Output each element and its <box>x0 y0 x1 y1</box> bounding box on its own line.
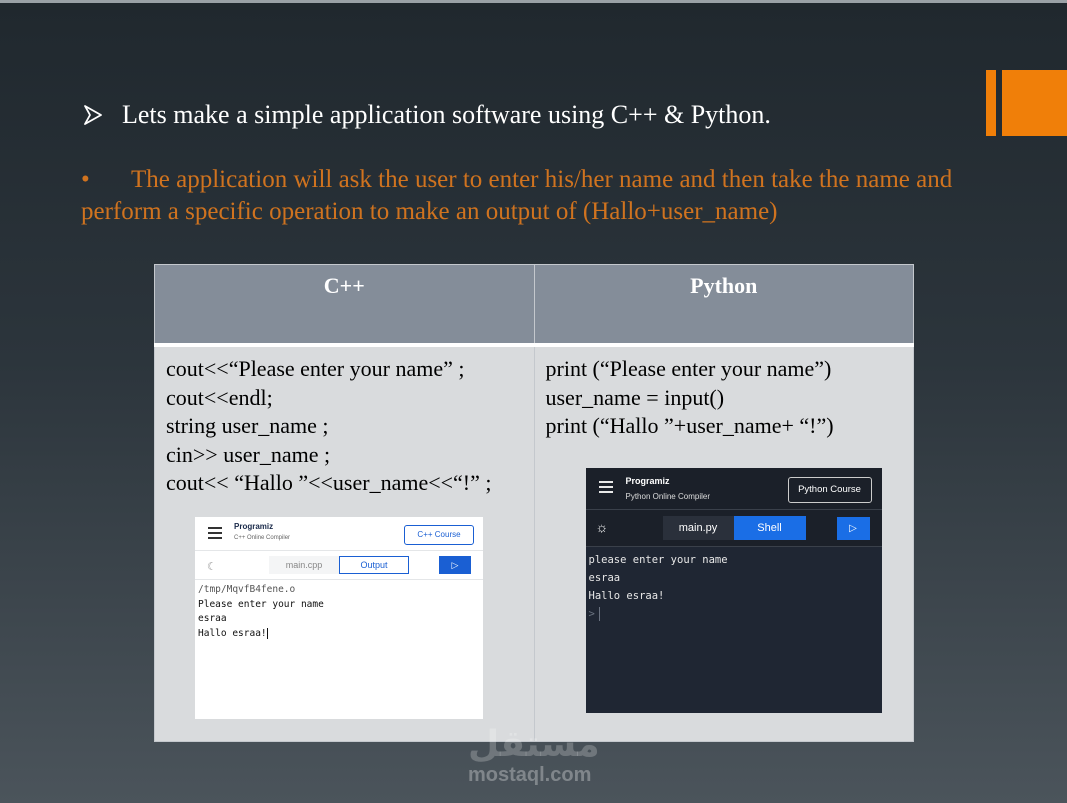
top-divider-line <box>0 0 1067 3</box>
play-icon: ▷ <box>439 556 471 574</box>
cpp-cell: cout<<“Please enter your name” ; cout<<e… <box>154 343 535 742</box>
programiz-logo: Programiz <box>625 476 670 486</box>
file-tab-main-py: main.py <box>662 516 734 540</box>
moon-icon: ☾ <box>207 561 217 573</box>
code-line: user_name = input() <box>545 384 725 410</box>
watermark-latin: mostaql.com <box>468 764 592 786</box>
bullet-point-2: • The application will ask the user to en… <box>81 164 1001 228</box>
terminal-line: please enter your name <box>588 554 728 566</box>
bullet-1-text: Lets make a simple application software … <box>122 100 771 129</box>
text-cursor <box>598 607 600 621</box>
python-compiler-toolbar: ☼ main.py Shell ▷ <box>585 510 882 547</box>
code-line: string user_name ; <box>166 413 329 438</box>
bullet-dot: • <box>81 166 90 193</box>
terminal-prompt: > <box>588 608 595 620</box>
compiler-subtitle: Python Online Compiler <box>625 492 710 501</box>
code-line: cout<<“Please enter your name” ; <box>166 356 465 381</box>
cpp-terminal-output: /tmp/MqvfB4fene.o Please enter your name… <box>195 580 483 641</box>
code-line: cout<<endl; <box>166 384 273 410</box>
cpp-code-block: cout<<“Please enter your name” ; cout<<e… <box>166 355 534 498</box>
menu-icon <box>208 527 222 542</box>
code-line: cout<< “Hallo ”<<user_name<<“!” ; <box>166 470 492 495</box>
python-course-button: Python Course <box>787 477 872 503</box>
header-cpp: C++ <box>154 264 535 346</box>
text-cursor <box>266 627 268 639</box>
python-compiler-screenshot: Programiz Python Online Compiler Python … <box>585 468 882 713</box>
shell-tab: Shell <box>733 516 806 540</box>
terminal-line: esraa <box>588 572 621 584</box>
compiler-subtitle: C++ Online Compiler <box>234 535 291 541</box>
code-line: cin>> user_name ; <box>166 441 331 467</box>
code-line: print (“Hallo ”+user_name+ “!”) <box>545 413 834 438</box>
code-line: print (“Please enter your name”) <box>545 356 832 381</box>
terminal-line: /tmp/MqvfB4fene.o <box>198 584 296 595</box>
accent-bar-thin <box>986 70 996 136</box>
bullet-point-1: Lets make a simple application software … <box>84 100 771 130</box>
file-tab-main-cpp: main.cpp <box>269 556 339 574</box>
play-icon: ▷ <box>836 517 870 540</box>
python-code-block: print (“Please enter your name”) user_na… <box>546 355 914 441</box>
terminal-line: esraa <box>198 613 227 624</box>
accent-bar-thick <box>1002 70 1067 136</box>
watermark-arabic: مستقل <box>468 724 600 765</box>
terminal-prompt-line: > <box>589 605 882 623</box>
comparison-table: C++ Python cout<<“Please enter your name… <box>154 264 914 742</box>
menu-icon <box>598 481 613 496</box>
sun-icon: ☼ <box>595 519 609 535</box>
terminal-line: Hallo esraa! <box>198 627 267 639</box>
python-cell: print (“Please enter your name”) user_na… <box>533 343 914 742</box>
terminal-line-last: Hallo esraa! <box>198 627 483 642</box>
terminal-line: Hallo esraa! <box>588 590 665 602</box>
header-python: Python <box>533 264 914 346</box>
cpp-compiler-toolbar: ☾ main.cpp Output ▷ <box>195 551 483 580</box>
cpp-compiler-screenshot: Programiz C++ Online Compiler C++ Course… <box>195 517 483 719</box>
programiz-logo: Programiz <box>234 522 274 531</box>
arrow-bullet-icon <box>84 105 102 125</box>
cpp-course-button: C++ Course <box>404 525 474 545</box>
bullet-2-text: The application will ask the user to ent… <box>81 166 953 225</box>
python-compiler-header: Programiz Python Online Compiler Python … <box>585 468 882 510</box>
cpp-compiler-header: Programiz C++ Online Compiler C++ Course <box>195 517 483 551</box>
table-body-row: cout<<“Please enter your name” ; cout<<e… <box>154 343 914 742</box>
python-terminal-output: please enter your name esraa Hallo esraa… <box>586 547 882 623</box>
output-tab: Output <box>339 556 409 574</box>
terminal-line: Please enter your name <box>198 598 324 610</box>
table-header-row: C++ Python <box>154 264 914 346</box>
